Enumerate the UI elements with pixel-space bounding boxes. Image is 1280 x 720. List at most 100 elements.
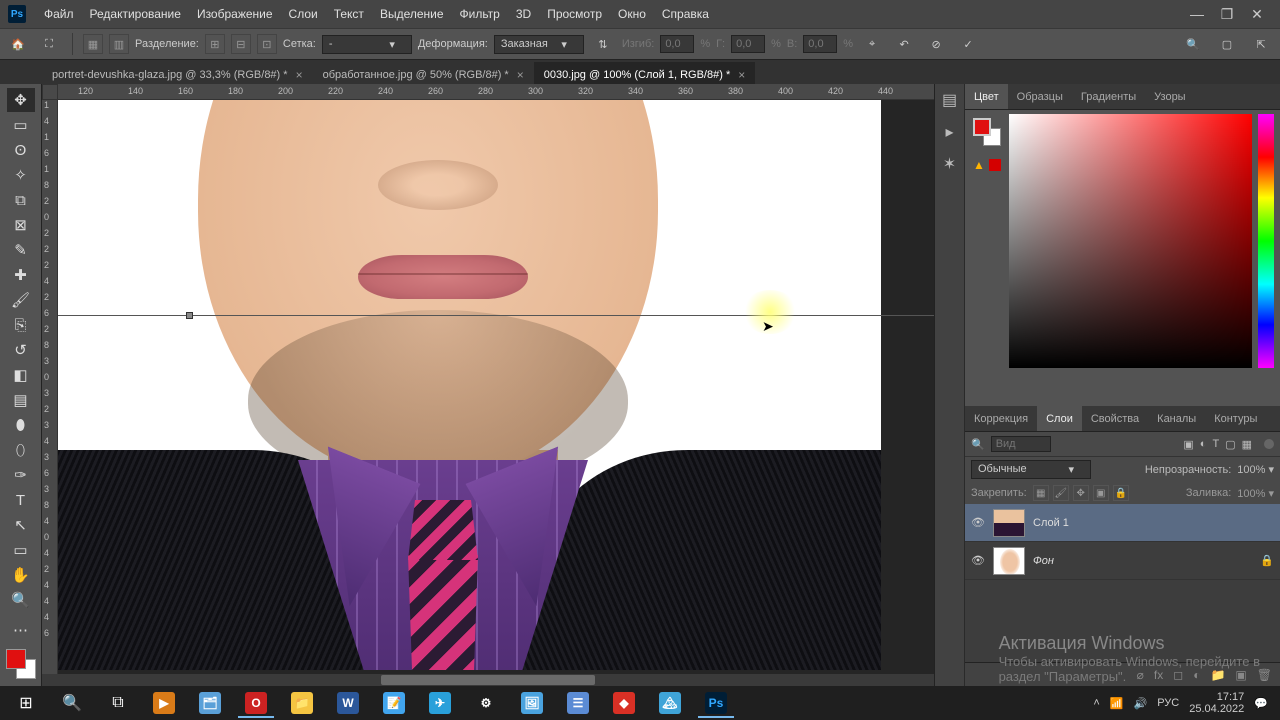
reset-icon[interactable]: ↶ xyxy=(891,31,917,57)
deform-select[interactable]: Заказная ▾ xyxy=(494,35,584,54)
menu-Файл[interactable]: Файл xyxy=(36,7,82,21)
layer-thumbnail[interactable] xyxy=(993,547,1025,575)
commit-icon[interactable]: ✓ xyxy=(955,31,981,57)
gradient-tool[interactable]: ▤ xyxy=(7,388,35,412)
wand-tool[interactable]: ✧ xyxy=(7,163,35,187)
group-icon[interactable]: 📁 xyxy=(1210,668,1225,682)
warp-guide-line[interactable] xyxy=(58,315,934,316)
lock-pixels-icon[interactable]: 🖌 xyxy=(1053,485,1069,501)
stamp-tool[interactable]: ⎘ xyxy=(7,313,35,337)
menu-Выделение[interactable]: Выделение xyxy=(372,7,452,21)
mesh-icon-2[interactable]: ▥ xyxy=(109,34,129,54)
taskbar-explorer[interactable]: 📁 xyxy=(280,688,324,718)
tray-volume-icon[interactable]: 🔊 xyxy=(1134,697,1148,710)
panel-fg-bg[interactable] xyxy=(973,118,1001,146)
cancel-icon[interactable]: ⊘ xyxy=(923,31,949,57)
blend-mode-select[interactable]: Обычные ▾ xyxy=(971,460,1091,479)
taskbar-app-7[interactable]: 🖼 xyxy=(510,688,554,718)
panel-tab-Образцы[interactable]: Образцы xyxy=(1008,84,1072,109)
home-icon[interactable]: 🏠 xyxy=(6,32,30,56)
split-grid-3[interactable]: ⊡ xyxy=(257,34,277,54)
taskbar-app-8[interactable]: ☰ xyxy=(556,688,600,718)
hue-slider[interactable] xyxy=(1258,114,1274,368)
menu-3D[interactable]: 3D xyxy=(508,7,539,21)
link-layers-icon[interactable]: ⌀ xyxy=(1137,668,1144,682)
menu-Слои[interactable]: Слои xyxy=(281,7,326,21)
menu-Просмотр[interactable]: Просмотр xyxy=(539,7,610,21)
filter-toggle[interactable] xyxy=(1264,439,1274,449)
taskbar-app-9[interactable]: ◆ xyxy=(602,688,646,718)
filter-type-icon[interactable]: T xyxy=(1212,438,1219,450)
taskbar-app-2[interactable]: 🗂 xyxy=(188,688,232,718)
close-button[interactable]: ✕ xyxy=(1242,4,1272,24)
tray-chevron[interactable]: ˄ xyxy=(1093,697,1099,709)
panel-tab-Цвет[interactable]: Цвет xyxy=(965,84,1008,109)
panel-tab-Слои[interactable]: Слои xyxy=(1037,406,1082,431)
fill-field[interactable]: 100% ▾ xyxy=(1237,487,1274,500)
workspace-icon[interactable]: ▢ xyxy=(1214,31,1240,57)
tab-close-icon[interactable]: × xyxy=(296,68,303,82)
warp-handle[interactable] xyxy=(186,312,193,319)
menu-Изображение[interactable]: Изображение xyxy=(189,7,281,21)
brush-tool[interactable]: 🖌 xyxy=(7,288,35,312)
visibility-icon[interactable]: 👁 xyxy=(971,516,985,529)
layer-name[interactable]: Фон xyxy=(1033,555,1054,567)
type-tool[interactable]: T xyxy=(7,488,35,512)
color-swatches[interactable] xyxy=(6,649,36,679)
brushes-icon[interactable]: ✶ xyxy=(943,154,956,174)
horizontal-scrollbar[interactable] xyxy=(42,674,934,686)
menu-Текст[interactable]: Текст xyxy=(326,7,372,21)
layer-mask-icon[interactable]: ◻ xyxy=(1173,668,1183,682)
lock-transparency-icon[interactable]: ▦ xyxy=(1033,485,1049,501)
panel-tab-Контуры[interactable]: Контуры xyxy=(1205,406,1266,431)
panel-tab-Каналы[interactable]: Каналы xyxy=(1148,406,1205,431)
taskbar-search[interactable]: 🔍 xyxy=(50,688,94,718)
taskbar-app-4[interactable]: W xyxy=(326,688,370,718)
ruler-horizontal[interactable]: 1201401601802002202402602803003203403603… xyxy=(58,84,934,100)
menu-Фильтр[interactable]: Фильтр xyxy=(452,7,508,21)
gamut-swatch[interactable] xyxy=(989,159,1001,171)
history-brush-tool[interactable]: ↺ xyxy=(7,338,35,362)
ruler-corner[interactable] xyxy=(42,84,58,100)
filter-adj-icon[interactable]: ◐ xyxy=(1200,438,1207,450)
menu-Справка[interactable]: Справка xyxy=(654,7,717,21)
layer-row[interactable]: 👁 Слой 1 xyxy=(965,504,1280,542)
panel-tab-Градиенты[interactable]: Градиенты xyxy=(1072,84,1145,109)
eraser-tool[interactable]: ◧ xyxy=(7,363,35,387)
layer-fx-icon[interactable]: fx xyxy=(1154,668,1163,682)
filter-pixel-icon[interactable]: ▣ xyxy=(1183,438,1193,451)
bend-field[interactable] xyxy=(660,35,694,53)
mesh-icon-1[interactable]: ▦ xyxy=(83,34,103,54)
lock-all-icon[interactable]: 🔒 xyxy=(1113,485,1129,501)
vdist-field[interactable] xyxy=(803,35,837,53)
taskbar-app-6[interactable]: ✈ xyxy=(418,688,462,718)
split-grid-2[interactable]: ⊟ xyxy=(231,34,251,54)
heal-tool[interactable]: ✚ xyxy=(7,263,35,287)
taskbar-app-1[interactable]: ▶ xyxy=(142,688,186,718)
tray-clock[interactable]: 17:17 25.04.2022 xyxy=(1189,691,1244,715)
ruler-vertical[interactable]: 1416182022242628303234363840424446 xyxy=(42,100,58,686)
panel-tab-Свойства[interactable]: Свойства xyxy=(1082,406,1148,431)
hdist-field[interactable] xyxy=(731,35,765,53)
minimize-button[interactable]: — xyxy=(1182,4,1212,24)
crop-tool[interactable]: ⧉ xyxy=(7,188,35,212)
move-tool[interactable]: ✥ xyxy=(7,88,35,112)
tray-network-icon[interactable]: 📶 xyxy=(1110,697,1124,710)
color-field[interactable] xyxy=(1009,114,1252,368)
panel-tab-Коррекция[interactable]: Коррекция xyxy=(965,406,1037,431)
taskbar-app-10[interactable]: 🏔 xyxy=(648,688,692,718)
filter-icon[interactable]: 🔍 xyxy=(971,438,985,451)
filter-shape-icon[interactable]: ▢ xyxy=(1225,438,1235,451)
frame-tool[interactable]: ⊠ xyxy=(7,213,35,237)
share-icon[interactable]: ⇱ xyxy=(1248,31,1274,57)
shape-tool[interactable]: ▭ xyxy=(7,538,35,562)
dodge-tool[interactable]: ⬯ xyxy=(7,438,35,462)
tray-language[interactable]: РУС xyxy=(1157,697,1179,709)
adjustment-layer-icon[interactable]: ◐ xyxy=(1193,668,1200,682)
start-button[interactable]: ⊞ xyxy=(4,688,48,718)
task-view[interactable]: ⧉ xyxy=(96,688,140,718)
canvas[interactable] xyxy=(58,100,881,670)
delete-layer-icon[interactable]: 🗑 xyxy=(1257,668,1272,682)
layer-name[interactable]: Слой 1 xyxy=(1033,517,1069,529)
eyedropper-tool[interactable]: ✎ xyxy=(7,238,35,262)
